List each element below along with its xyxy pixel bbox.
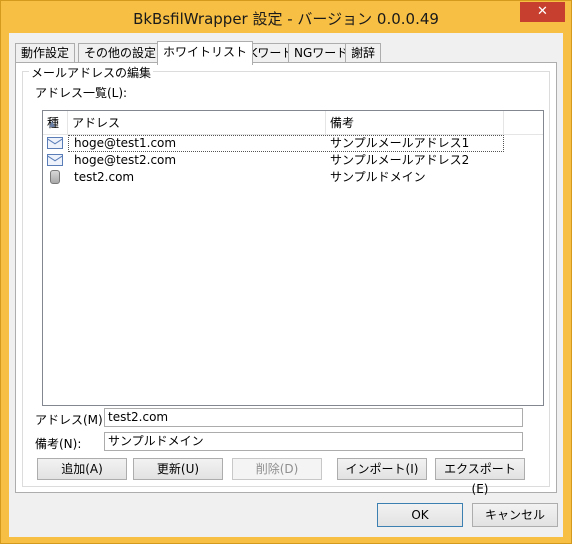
- column-header-address[interactable]: アドレス: [68, 111, 326, 135]
- list-header: ▲ 種 アドレス 備考: [43, 111, 543, 135]
- row-note: サンプルメールアドレス2: [330, 153, 470, 167]
- row-note: サンプルドメイン: [330, 170, 426, 184]
- update-button[interactable]: 更新(U): [133, 458, 223, 480]
- list-row[interactable]: hoge@test2.com サンプルメールアドレス2: [43, 152, 503, 169]
- email-address-edit-group: メールアドレスの編集 アドレス一覧(L): ▲ 種 アドレス 備考 hoge@t…: [22, 64, 550, 496]
- list-row[interactable]: hoge@test1.com サンプルメールアドレス1: [43, 135, 504, 152]
- row-address: test2.com: [74, 170, 135, 184]
- export-button[interactable]: エクスポート(E): [435, 458, 525, 496]
- row-note: サンプルメールアドレス1: [330, 136, 470, 150]
- address-list[interactable]: ▲ 種 アドレス 備考 hoge@test1.com サンプルメールアドレス1 …: [42, 110, 544, 406]
- note-field-label: 備考(N):: [35, 437, 82, 451]
- tab-other-settings[interactable]: その他の設定: [78, 43, 163, 63]
- tab-whitelist[interactable]: ホワイトリスト: [157, 41, 254, 65]
- add-button[interactable]: 追加(A): [37, 458, 127, 480]
- settings-window: BkBsfilWrapper 設定 - バージョン 0.0.0.49 ✕ 動作設…: [0, 0, 572, 544]
- note-field[interactable]: サンプルドメイン: [104, 432, 523, 451]
- list-row[interactable]: test2.com サンプルドメイン: [43, 169, 503, 186]
- column-header-type[interactable]: ▲ 種: [43, 111, 68, 135]
- column-header-note[interactable]: 備考: [326, 111, 504, 135]
- address-field[interactable]: test2.com: [104, 408, 523, 427]
- window-title: BkBsfilWrapper 設定 - バージョン 0.0.0.49: [133, 10, 439, 28]
- address-list-label: アドレス一覧(L):: [35, 86, 128, 100]
- tab-acknowledgments[interactable]: 謝辞: [345, 43, 382, 63]
- import-button[interactable]: インポート(I): [337, 458, 427, 480]
- address-field-label: アドレス(M):: [35, 413, 107, 427]
- mail-icon: [47, 154, 63, 166]
- sort-up-icon: ▲: [49, 119, 56, 128]
- cancel-button[interactable]: キャンセル: [472, 503, 558, 527]
- mail-icon: [47, 137, 63, 149]
- domain-icon: [50, 170, 60, 184]
- whitelist-tab-panel: メールアドレスの編集 アドレス一覧(L): ▲ 種 アドレス 備考 hoge@t…: [15, 62, 557, 496]
- dialog-client-area: 動作設定 その他の設定 ホワイトリスト OKワード NGワード 謝辞 メールアド…: [9, 33, 563, 537]
- tab-behavior-settings[interactable]: 動作設定: [15, 43, 76, 63]
- title-bar[interactable]: BkBsfilWrapper 設定 - バージョン 0.0.0.49 ✕: [1, 1, 571, 33]
- group-title: メールアドレスの編集: [29, 64, 154, 81]
- ok-button[interactable]: OK: [377, 503, 463, 527]
- delete-button[interactable]: 削除(D): [232, 458, 322, 480]
- close-icon: ✕: [537, 4, 548, 19]
- close-button[interactable]: ✕: [520, 2, 565, 22]
